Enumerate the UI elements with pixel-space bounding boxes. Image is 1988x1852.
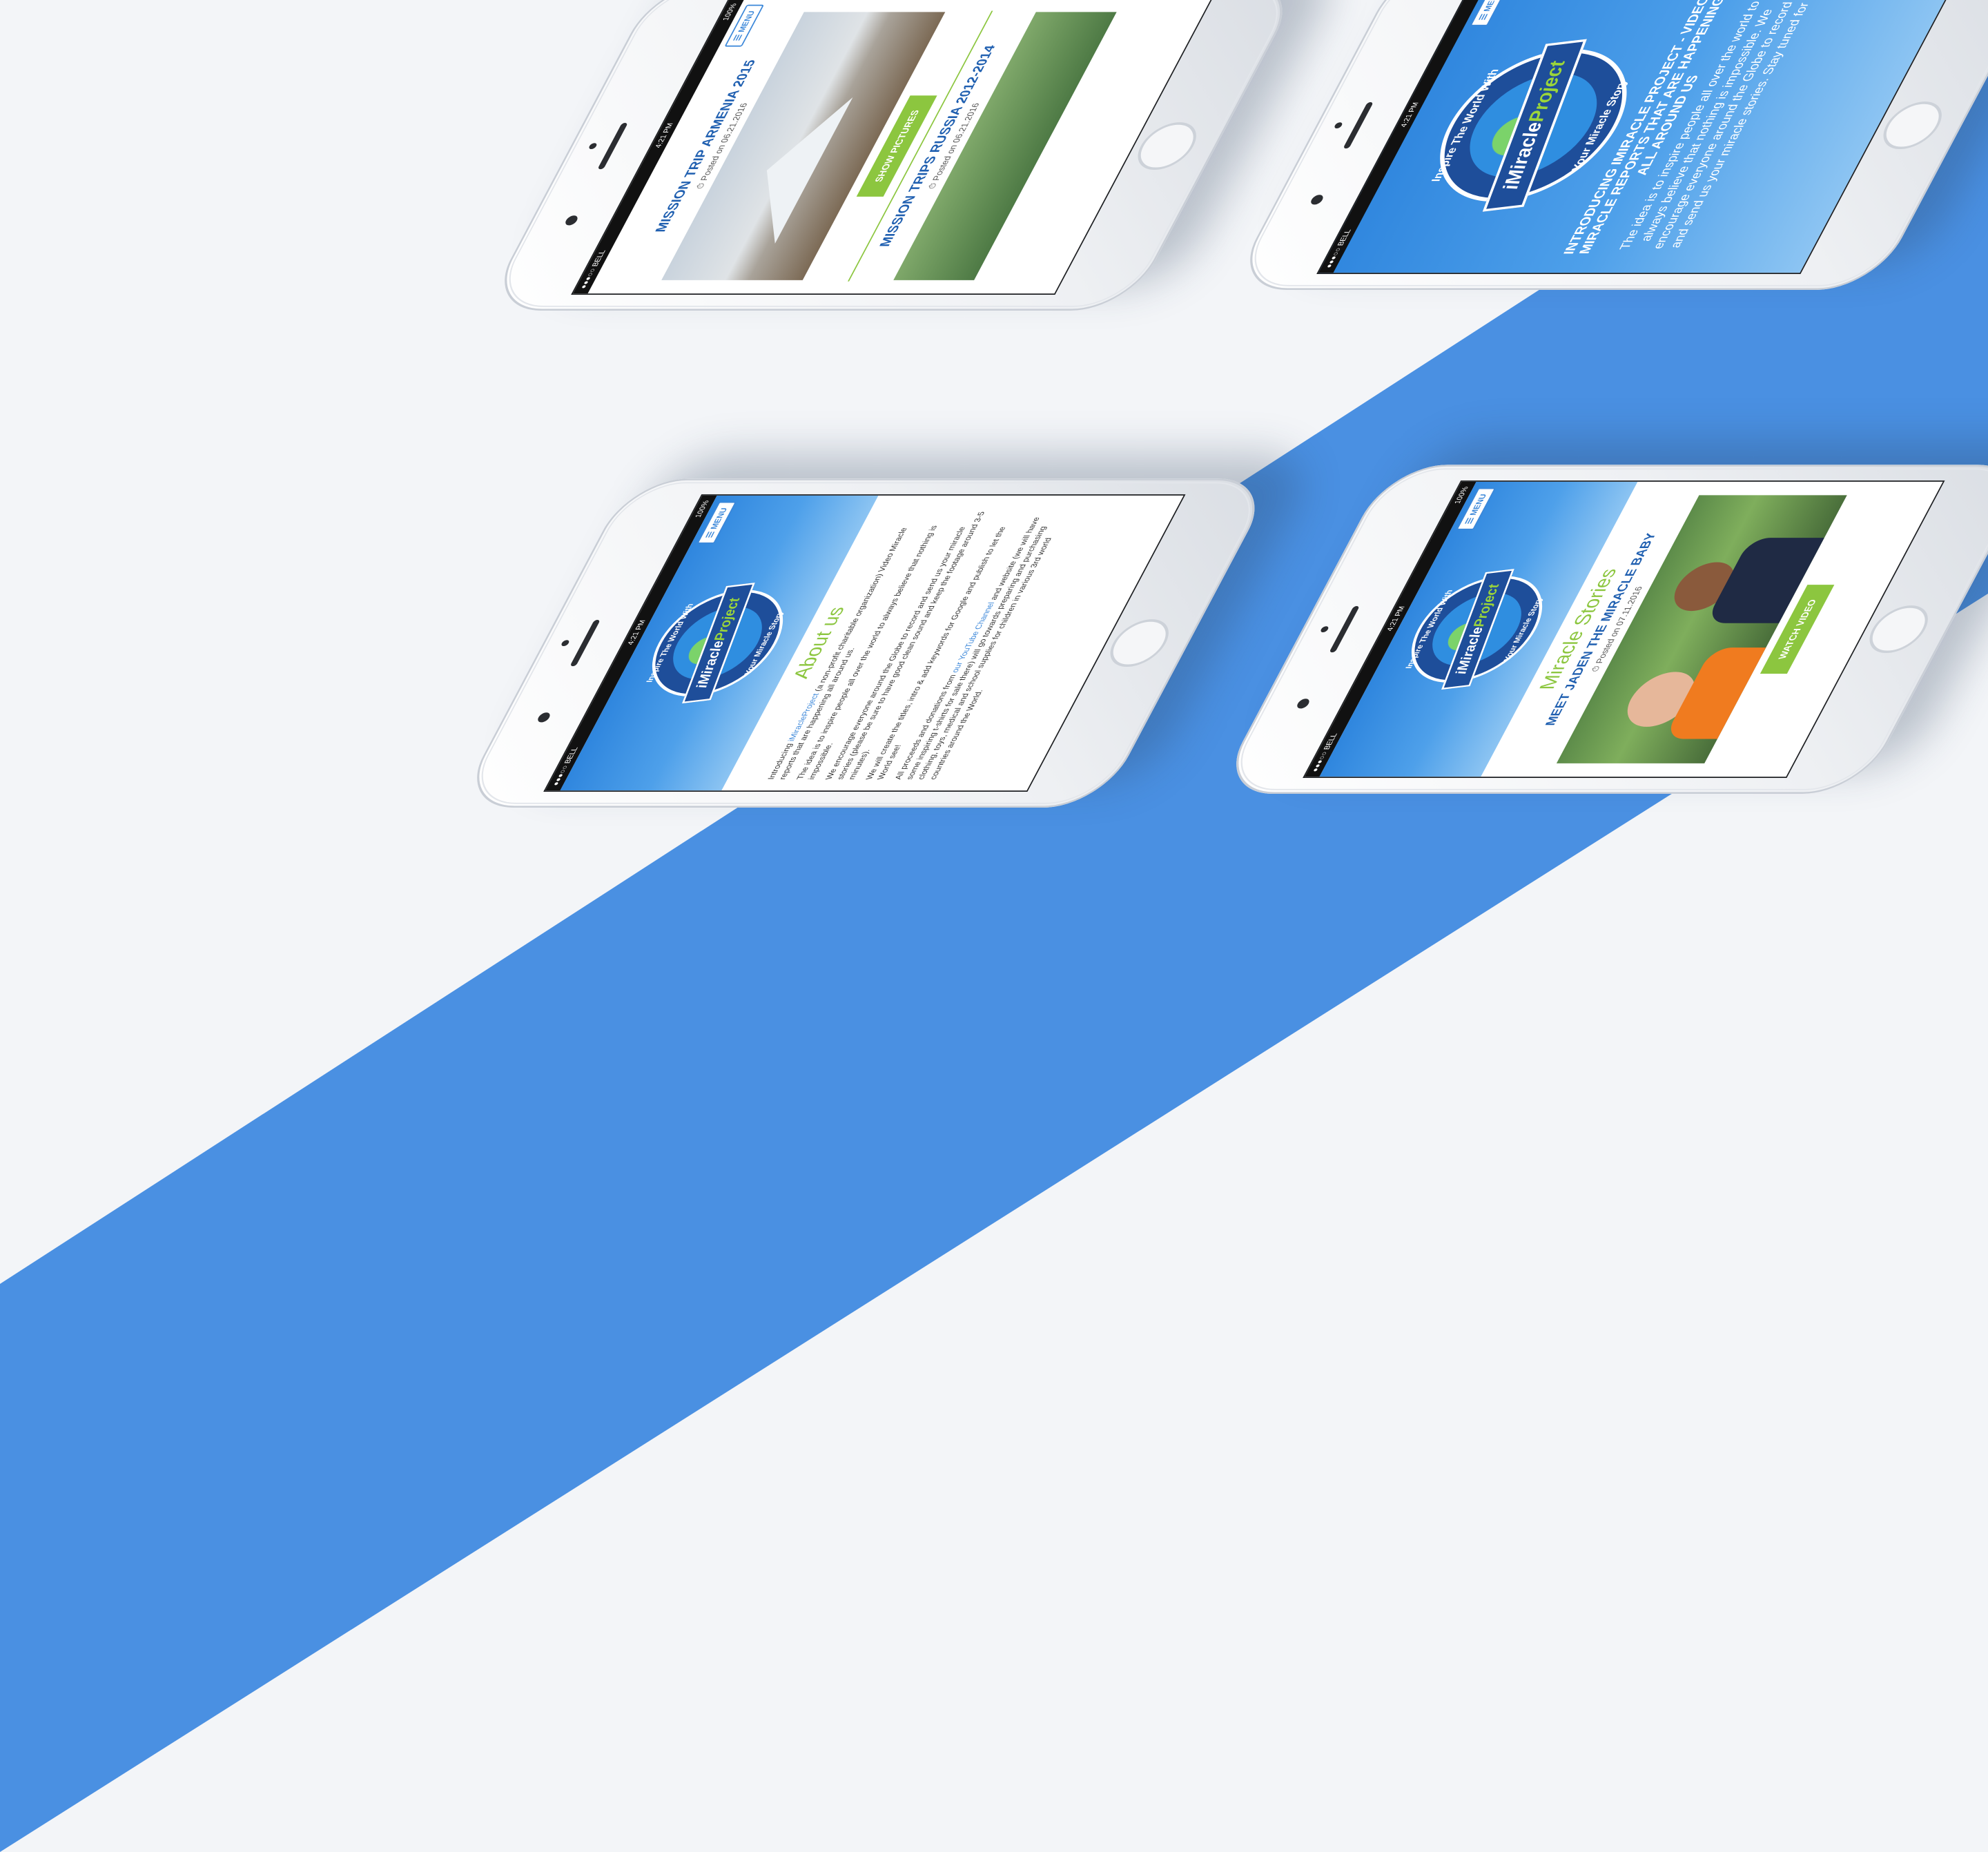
clock-icon: ⏱ [1588, 665, 1603, 672]
clock-icon: ⏱ [926, 182, 939, 189]
clock-icon: ⏱ [694, 182, 708, 189]
